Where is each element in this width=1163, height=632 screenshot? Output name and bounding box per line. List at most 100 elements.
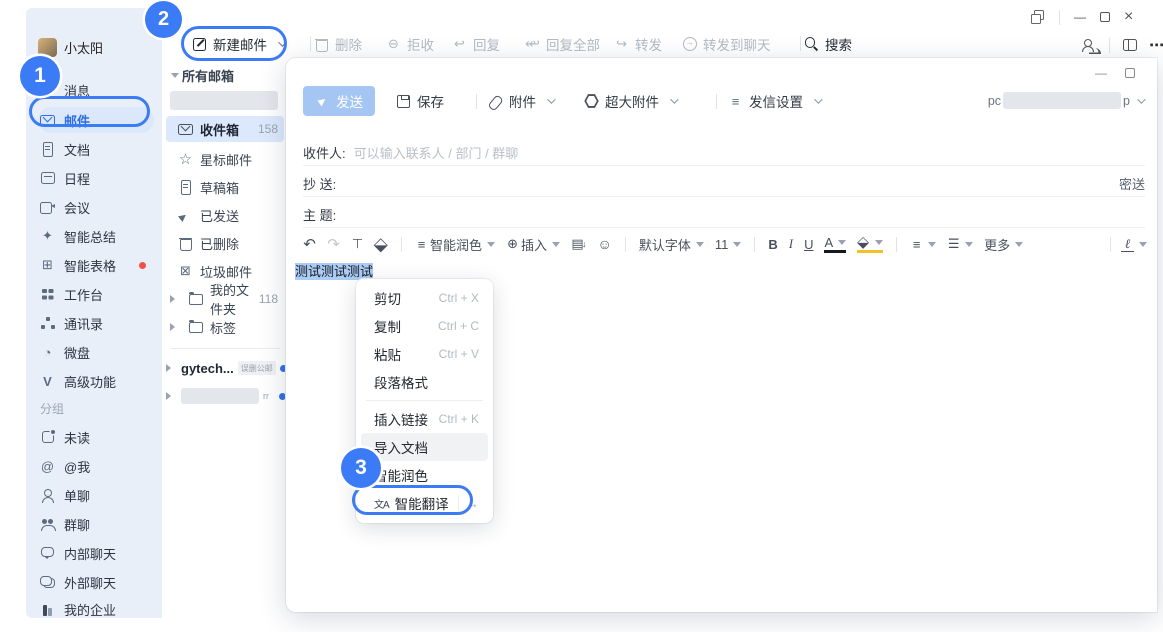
calendar-icon <box>40 171 55 186</box>
large-attachment-button[interactable]: 超大附件 <box>584 86 676 116</box>
trash-icon <box>314 37 329 52</box>
shared-mailbox-gytech[interactable]: gytech... 误删公邮 <box>166 356 286 380</box>
sidebar-item-unread[interactable]: 未读 <box>38 424 154 450</box>
menu-item-cut[interactable]: 剪切Ctrl + X <box>361 284 488 312</box>
sidebar-item-internal-chat[interactable]: 内部聊天 <box>38 540 154 566</box>
redo-button[interactable]: ↷ <box>327 237 340 252</box>
font-size-select[interactable]: 11 <box>715 237 742 252</box>
menu-item-ai-translate[interactable]: 文A 智能翻译 → <box>361 489 488 517</box>
reply-button[interactable]: ↩ 回复 <box>452 30 500 58</box>
font-color-button[interactable]: A <box>824 235 846 253</box>
eraser-button[interactable]: ◪ <box>375 237 388 252</box>
font-family-select[interactable]: 默认字体 <box>639 235 704 254</box>
format-painter-button[interactable]: ⊤ <box>351 237 364 252</box>
tag-folder-icon <box>188 320 203 335</box>
forward-to-chat-button[interactable]: → 转发到聊天 <box>682 30 771 58</box>
contact-card-icon[interactable] <box>1082 38 1097 53</box>
sidebar-item-my-company[interactable]: 我的企业 <box>38 596 154 622</box>
menu-item-insert-link[interactable]: 插入链接Ctrl + K <box>361 405 488 433</box>
signature-button[interactable]: ℓ <box>1110 237 1147 252</box>
emoji-button[interactable]: ☺ <box>598 237 612 252</box>
reject-button[interactable]: ⊖ 拒收 <box>386 30 434 58</box>
ai-polish-button[interactable]: ≡ 智能润色 <box>415 235 495 254</box>
sidebar-item-ai-summary[interactable]: ✦ 智能总结 <box>38 223 154 249</box>
folder-inbox[interactable]: 收件箱 158 <box>166 116 284 142</box>
sidebar-item-advanced[interactable]: V 高级功能 <box>38 368 154 394</box>
grid-icon <box>40 287 55 302</box>
at-icon: @ <box>40 459 55 474</box>
sender-account-selector[interactable]: pc p <box>988 92 1143 109</box>
sidebar-item-direct-chat[interactable]: 单聊 <box>38 482 154 508</box>
menu-item-paragraph-format[interactable]: 段落格式 <box>361 368 488 396</box>
folder-tags[interactable]: 标签 <box>166 314 284 340</box>
save-icon <box>396 94 411 109</box>
to-field[interactable]: 收件人: 可以输入联系人 / 部门 / 群聊 <box>303 140 1145 166</box>
avatar[interactable] <box>38 38 57 57</box>
send-settings-button[interactable]: ≡ 发信设置 <box>728 86 820 116</box>
sidebar-item-smart-table[interactable]: ⊞ 智能表格 <box>38 252 154 278</box>
star-icon: ☆ <box>178 152 193 167</box>
chat-bubble-icon <box>40 546 55 561</box>
menu-item-paste[interactable]: 粘贴Ctrl + V <box>361 340 488 368</box>
more-format-button[interactable]: 更多 <box>984 235 1023 254</box>
sidebar-item-contacts[interactable]: 通讯录 <box>38 310 154 336</box>
pop-out-icon[interactable] <box>1030 10 1045 25</box>
menu-item-import-doc[interactable]: 导入文档 <box>361 433 488 461</box>
sidebar-item-docs[interactable]: 文档 <box>38 136 154 162</box>
close-icon[interactable]: × <box>1124 8 1133 26</box>
italic-button[interactable]: I <box>789 236 793 252</box>
insert-button[interactable]: ⊕ 插入 <box>506 235 560 254</box>
app-window: 小太阳 消息 邮件 文档 日程 会议 ✦ 智能总结 ⊞ 智能表格 <box>0 0 1163 632</box>
secondary-controls: ⋯ <box>1082 36 1163 54</box>
cc-field[interactable]: 抄 送: 密送 <box>303 171 1145 197</box>
bcc-toggle[interactable]: 密送 <box>1119 174 1145 193</box>
divider <box>1109 38 1110 53</box>
mail-body[interactable]: 测试测试测试 <box>295 261 373 280</box>
red-dot-badge <box>139 262 146 269</box>
minimize-icon[interactable]: — <box>1095 66 1107 80</box>
maximize-icon[interactable] <box>1125 68 1135 78</box>
sidebar-item-mentions[interactable]: @ @我 <box>38 453 154 479</box>
maximize-icon[interactable] <box>1100 12 1110 22</box>
search-button[interactable]: 搜索 <box>804 30 852 58</box>
forward-icon: ↪ <box>614 37 629 52</box>
sidebar-item-calendar[interactable]: 日程 <box>38 165 154 191</box>
undo-button[interactable]: ↶ <box>303 237 316 252</box>
delete-button[interactable]: 删除 <box>314 30 362 58</box>
shared-mailbox-redacted[interactable]: rr <box>166 384 286 408</box>
send-button[interactable]: ▶ 发送 <box>303 86 375 116</box>
expand-caret-icon <box>170 295 179 303</box>
save-button[interactable]: 保存 <box>396 86 444 116</box>
subject-field[interactable]: 主 题: <box>303 202 1145 228</box>
folder-sent[interactable]: ▶ 已发送 <box>166 202 284 228</box>
folder-deleted[interactable]: 已删除 <box>166 230 284 256</box>
sidebar-item-workbench[interactable]: 工作台 <box>38 281 154 307</box>
folder-my-folders[interactable]: 我的文件夹 118 <box>166 286 284 312</box>
forward-button[interactable]: ↪ 转发 <box>614 30 662 58</box>
all-mailboxes-header[interactable]: 所有邮箱 <box>168 66 234 85</box>
sidebar-item-meeting[interactable]: 会议 <box>38 194 154 220</box>
underline-button[interactable]: U <box>804 237 813 252</box>
sidebar-item-mail[interactable]: 邮件 <box>38 107 154 133</box>
reply-all-button[interactable]: ↩↩ 回复全部 <box>518 30 600 58</box>
group-section-label: 分组 <box>40 400 64 417</box>
divider <box>170 348 280 349</box>
align-button[interactable]: ≡ <box>910 237 936 252</box>
sidebar-item-external-chat[interactable]: 外部聊天 <box>38 569 154 595</box>
highlight-button[interactable]: ◪ <box>857 235 883 253</box>
minimize-icon[interactable]: — <box>1074 10 1086 24</box>
menu-item-copy[interactable]: 复制Ctrl + C <box>361 312 488 340</box>
more-icon[interactable]: ⋯ <box>1149 36 1163 54</box>
bold-button[interactable]: B <box>768 237 777 252</box>
new-mail-button[interactable]: 新建邮件 <box>192 30 284 58</box>
folder-drafts[interactable]: 草稿箱 <box>166 174 284 200</box>
reject-icon: ⊖ <box>386 37 401 52</box>
sidebar-item-group-chat[interactable]: 群聊 <box>38 511 154 537</box>
account-row[interactable]: 小太阳 <box>38 38 103 57</box>
list-button[interactable]: ☰ <box>947 237 973 252</box>
sidebar-item-drive[interactable]: ◔ 微盘 <box>38 339 154 365</box>
folder-starred[interactable]: ☆ 星标邮件 <box>166 146 284 172</box>
import-doc-button[interactable]: ▤ ↓ <box>571 237 587 252</box>
attachment-button[interactable]: 附件 <box>488 86 553 116</box>
layout-panel-icon[interactable] <box>1122 38 1137 53</box>
